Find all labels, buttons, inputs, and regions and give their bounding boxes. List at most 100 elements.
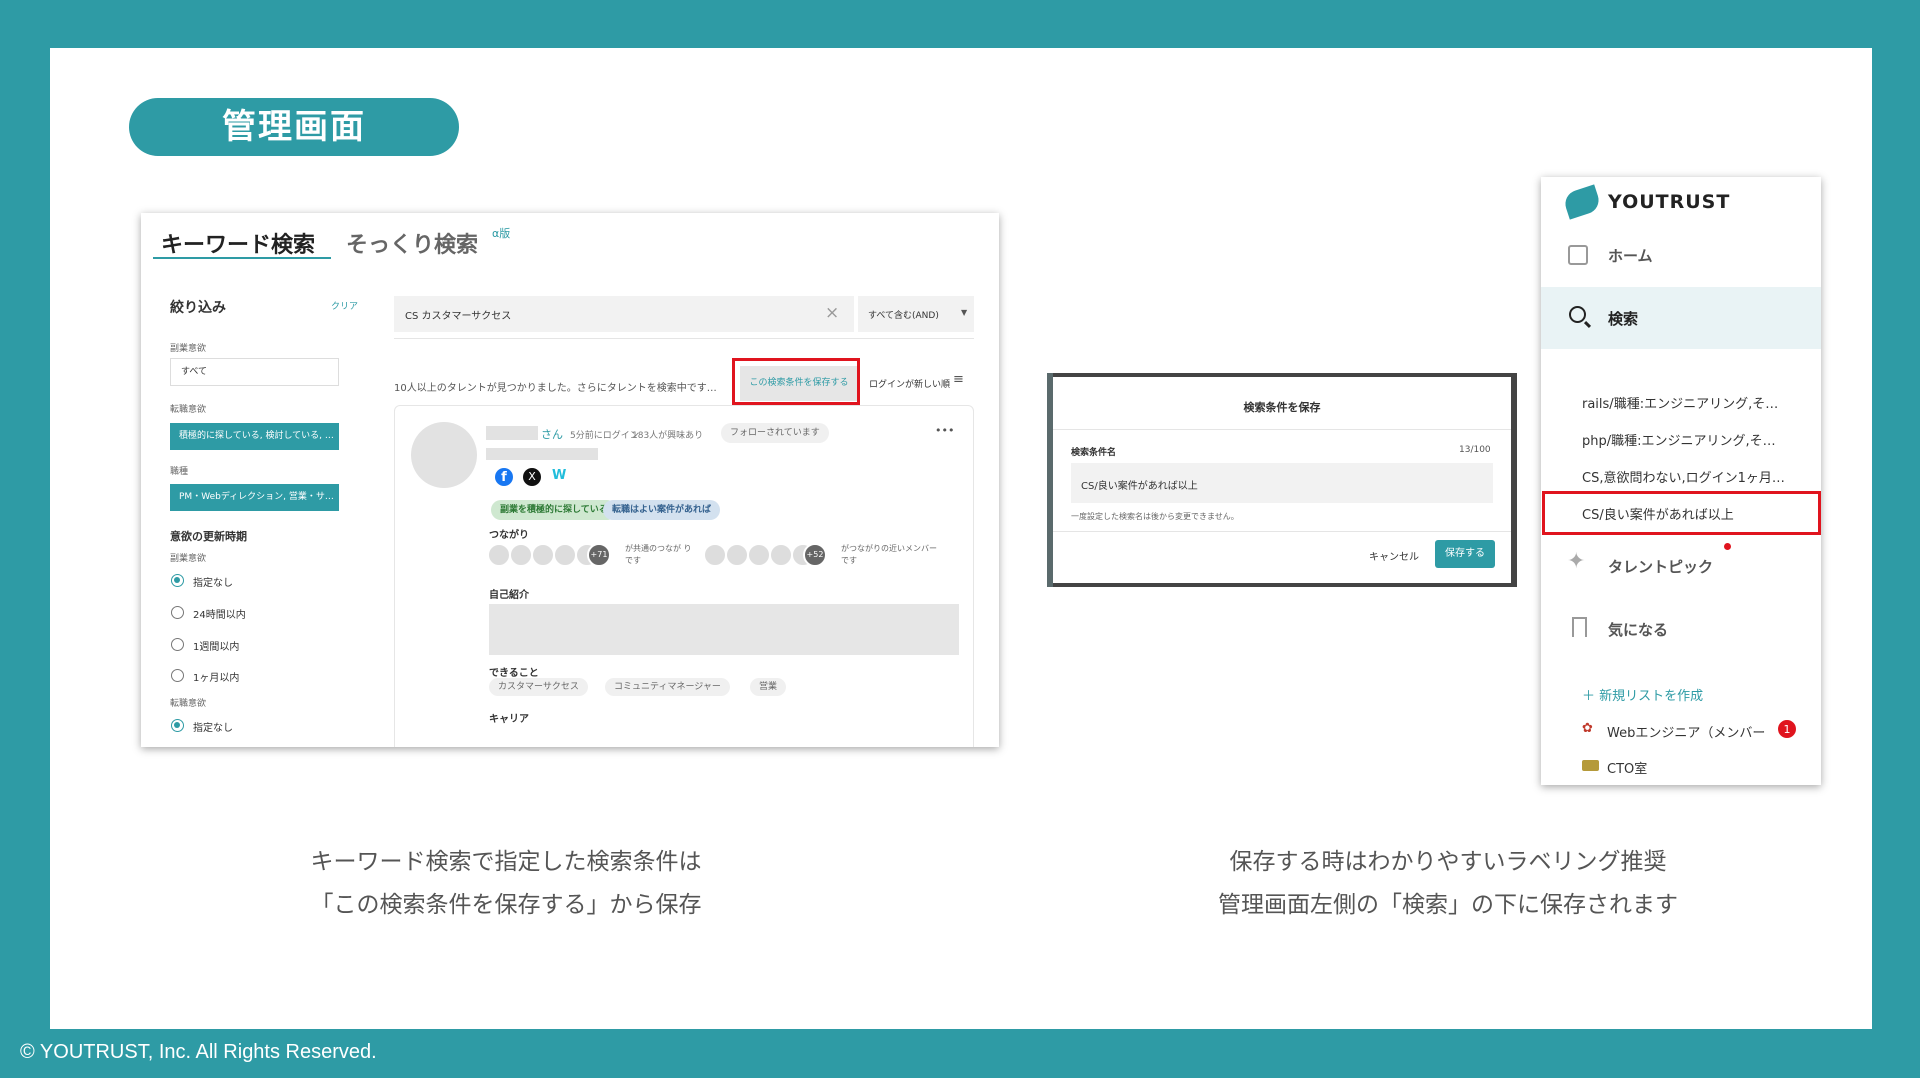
search-input-value: CS カスタマーサクセス <box>405 311 512 322</box>
radio-1week[interactable] <box>171 638 184 651</box>
sort-icon[interactable]: ≡ <box>953 372 964 387</box>
sparkle-icon: ✦ <box>1567 549 1586 574</box>
slide-title: 管理画面 <box>129 98 459 156</box>
connections-label: つながり <box>489 530 529 541</box>
highlight-save-button <box>732 358 860 405</box>
filter-title: 絞り込み <box>170 300 226 316</box>
active-tab-underline <box>153 257 331 259</box>
connection-avatar <box>487 543 511 567</box>
sidebar-screenshot: YOUTRUST ホーム 検索 rails/職種:エンジニアリング,そ… php… <box>1541 177 1821 785</box>
slide-canvas: 管理画面 キーワード検索 そっくり検索 α版 絞り込み クリア 副業意欲 すべて… <box>50 48 1872 1029</box>
radio-1month[interactable] <box>171 669 184 682</box>
sort-dropdown[interactable]: ログインが新しい順 <box>869 377 950 390</box>
login-info: 5分前にログイン <box>570 431 639 441</box>
connection-avatar <box>531 543 555 567</box>
list-label: Webエンジニア（メンバー <box>1607 726 1766 741</box>
x-icon[interactable]: X <box>523 468 541 486</box>
save-search-modal: 検索条件を保存 検索条件名 13/100 CS/良い案件があれば以上 一度設定し… <box>1053 377 1511 583</box>
skill-chip: カスタマーサクセス <box>489 678 588 696</box>
list-item-cto[interactable]: CTO室 <box>1582 755 1782 779</box>
name-placeholder <box>486 426 538 440</box>
connection-avatar <box>769 543 793 567</box>
talent-pick-label: タレントピック <box>1608 558 1714 576</box>
connections-text: が共通のつなが りです <box>625 544 692 565</box>
cancel-button[interactable]: キャンセル <box>1369 548 1419 563</box>
facebook-icon[interactable]: f <box>495 468 513 486</box>
filter-clear-link[interactable]: クリア <box>331 299 358 312</box>
keyword-search-input[interactable]: CS カスタマーサクセス × <box>394 296 854 332</box>
search-icon-handle <box>1583 320 1592 329</box>
char-counter: 13/100 <box>1459 445 1491 455</box>
radio-24h[interactable] <box>171 606 184 619</box>
skill-chip: 営業 <box>750 678 787 696</box>
nav-item-home[interactable]: ホーム <box>1541 225 1821 287</box>
saved-search-item[interactable]: php/職種:エンジニアリング,そ… <box>1582 430 1776 449</box>
radio-24h-label: 24時間以内 <box>193 610 246 621</box>
radio-1week-label: 1週間以内 <box>193 642 240 653</box>
brand-name: YOUTRUST <box>1608 191 1731 213</box>
nav-item-talent-pick[interactable]: ✦ タレントピック <box>1541 535 1821 597</box>
home-icon <box>1568 245 1588 265</box>
search-icon <box>1569 306 1586 323</box>
radio-1month-label: 1ヶ月以内 <box>193 673 240 684</box>
skills-label: できること <box>489 668 539 679</box>
caption-right-line-1: 保存する時はわかりやすいラベリング推奨 <box>1229 849 1667 875</box>
chevron-down-icon: ▼ <box>961 308 968 317</box>
radio-any[interactable] <box>171 574 184 587</box>
alpha-badge: α版 <box>492 227 511 240</box>
save-button[interactable]: 保存する <box>1435 540 1495 568</box>
label-job-change-2: 転職意欲 <box>170 699 207 709</box>
tab-similar-search[interactable]: そっくり検索 <box>346 227 478 259</box>
nav-item-bookmark[interactable]: 気になる <box>1541 597 1821 659</box>
unread-badge: 1 <box>1777 719 1797 739</box>
connection-count-badge: +52 <box>803 543 827 567</box>
footer-copyright: © YOUTRUST, Inc. All Rights Reserved. <box>20 1041 377 1063</box>
search-name-label: 検索条件名 <box>1071 448 1117 458</box>
caption-right-line-2: 管理画面左側の「検索」の下に保存されます <box>1218 892 1678 918</box>
bookmark-label: 気になる <box>1608 621 1669 639</box>
modal-note: 一度設定した検索名は後から変更できません。 <box>1071 512 1239 521</box>
search-name-value: CS/良い案件があれば以上 <box>1081 481 1198 492</box>
match-mode-label: すべて含む(AND) <box>868 311 939 321</box>
connection-avatar <box>553 543 577 567</box>
talent-card[interactable]: さん 5分前にログイン 183人が興味あり フォローされています ••• f X… <box>394 405 974 747</box>
radio-job-any[interactable] <box>171 719 184 732</box>
new-list-link[interactable]: ＋ 新規リストを作成 <box>1582 685 1703 704</box>
keyword-search-screenshot: キーワード検索 そっくり検索 α版 絞り込み クリア 副業意欲 すべて 転職意欲… <box>141 213 999 747</box>
result-count-text: 10人以上のタレントが見つかりました。さらにタレントを検索中です… <box>394 383 717 394</box>
more-options-icon[interactable]: ••• <box>935 424 954 437</box>
interest-info: 183人が興味あり <box>632 431 704 441</box>
label-job-change: 転職意欲 <box>170 405 207 415</box>
search-name-input[interactable]: CS/良い案件があれば以上 <box>1071 463 1493 503</box>
list-item-web-engineer[interactable]: ✿ Webエンジニア（メンバー 1 <box>1582 719 1821 743</box>
near-members-text: がつながりの近いメンバーです <box>841 544 937 565</box>
search-label: 検索 <box>1608 310 1639 328</box>
skill-chip: コミュニティマネージャー <box>605 678 730 696</box>
job-type-select[interactable]: PM・Webディレクション, 営業・サ… <box>170 484 339 511</box>
tab-keyword-search[interactable]: キーワード検索 <box>161 227 315 259</box>
job-change-tag: 転職はよい案件があれば <box>603 500 721 520</box>
job-change-select[interactable]: 積極的に探している, 検討している, … <box>170 423 339 450</box>
update-timing-title: 意欲の更新時期 <box>170 530 247 543</box>
connection-avatar <box>725 543 749 567</box>
caption-left: キーワード検索で指定した検索条件は 「この検索条件を保存する」から保存 <box>268 841 744 927</box>
clear-search-icon[interactable]: × <box>825 303 839 323</box>
connection-avatar <box>747 543 771 567</box>
saved-search-item[interactable]: CS,意欲問わない,ログイン1ヶ月… <box>1582 467 1785 486</box>
label-side-job-2: 副業意欲 <box>170 554 207 564</box>
side-job-select[interactable]: すべて <box>170 358 339 386</box>
title-placeholder <box>486 448 598 460</box>
modal-footer-divider <box>1053 531 1511 532</box>
name-suffix: さん <box>541 428 563 441</box>
caption-left-line-1: キーワード検索で指定した検索条件は <box>310 849 702 875</box>
saved-search-item[interactable]: rails/職種:エンジニアリング,そ… <box>1582 393 1778 412</box>
follow-badge: フォローされています <box>721 423 829 443</box>
modal-title: 検索条件を保存 <box>1243 401 1321 414</box>
wantedly-icon[interactable]: W <box>552 468 566 483</box>
match-mode-dropdown[interactable]: すべて含む(AND) ▼ <box>858 296 974 332</box>
connection-avatar <box>703 543 727 567</box>
intro-label: 自己紹介 <box>489 590 529 601</box>
nav-item-search[interactable]: 検索 <box>1541 287 1821 349</box>
connection-avatar <box>509 543 533 567</box>
radio-any-label: 指定なし <box>193 578 233 589</box>
